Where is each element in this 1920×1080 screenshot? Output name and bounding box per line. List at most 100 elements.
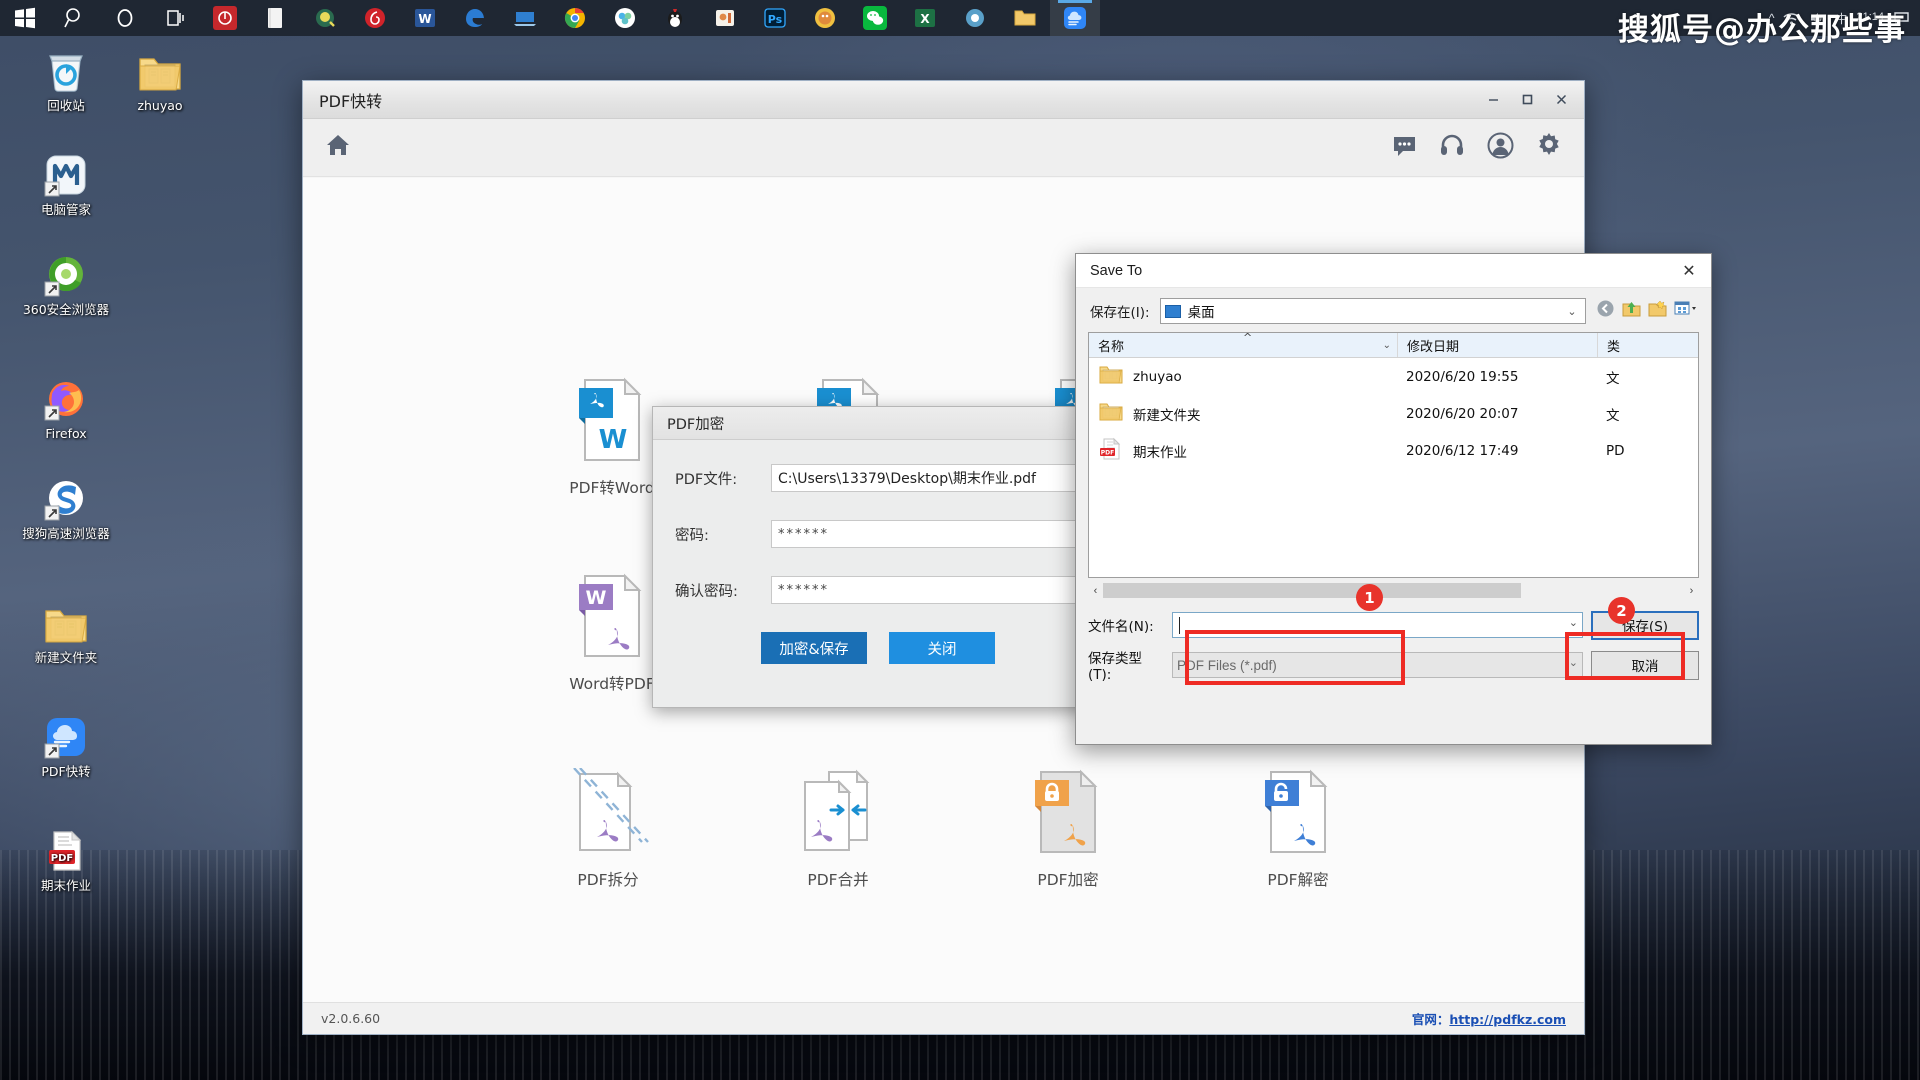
support-headset-icon[interactable] bbox=[1439, 132, 1465, 163]
chevron-down-icon[interactable]: ⌄ bbox=[1569, 616, 1578, 629]
cloud-sync-icon bbox=[615, 8, 635, 28]
minimize-button[interactable] bbox=[1476, 83, 1510, 117]
cancel-button[interactable]: 取消 bbox=[1591, 650, 1699, 680]
taskbar-app-word[interactable]: W bbox=[400, 0, 450, 36]
taskbar-app-file[interactable] bbox=[250, 0, 300, 36]
table-row[interactable]: zhuyao 2020/6/20 19:55 文 bbox=[1089, 358, 1698, 395]
desktop-icon-computer-manager[interactable]: 电脑管家 bbox=[18, 148, 114, 217]
cortana-button[interactable] bbox=[100, 0, 150, 36]
chevron-down-icon[interactable]: ⌄ bbox=[1569, 656, 1578, 669]
pdf-split-icon bbox=[493, 766, 723, 858]
view-mode-icon[interactable] bbox=[1674, 299, 1699, 323]
scroll-track[interactable] bbox=[1103, 583, 1684, 598]
feedback-icon[interactable] bbox=[1392, 133, 1417, 163]
close-button[interactable] bbox=[1544, 83, 1578, 117]
encrypt-and-save-button[interactable]: 加密&保存 bbox=[761, 632, 867, 664]
pdf-file-icon: PDF bbox=[18, 824, 114, 874]
desktop-icon bbox=[1164, 304, 1181, 318]
start-button[interactable] bbox=[0, 0, 50, 36]
encrypt-password-input[interactable]: ****** bbox=[771, 520, 1085, 548]
taskbar-app-wechat[interactable] bbox=[850, 0, 900, 36]
taskbar-app-computer-manager[interactable] bbox=[500, 0, 550, 36]
360-browser-icon bbox=[18, 248, 114, 298]
column-header-date[interactable]: 修改日期 bbox=[1397, 333, 1597, 357]
file-list[interactable]: 名称 ^ ⌄ 修改日期 类 zhuyao 2020/6/20 19:55 文 新… bbox=[1088, 332, 1699, 578]
filename-field[interactable]: ⌄ bbox=[1172, 612, 1583, 638]
svg-text:X: X bbox=[920, 12, 930, 26]
file-type: PD bbox=[1606, 442, 1625, 459]
taskbar-app-pdf-tool[interactable] bbox=[300, 0, 350, 36]
taskbar-app-unknown[interactable] bbox=[950, 0, 1000, 36]
tile-pdf-encrypt[interactable]: PDF加密 bbox=[953, 766, 1183, 890]
account-avatar-icon[interactable] bbox=[1487, 132, 1514, 164]
create-new-folder-icon[interactable] bbox=[1648, 299, 1667, 323]
taskbar-app-browser[interactable] bbox=[800, 0, 850, 36]
pdf-app-icon bbox=[316, 9, 335, 27]
scroll-thumb[interactable] bbox=[1103, 583, 1522, 598]
tile-pdf-merge[interactable]: PDF合并 bbox=[723, 766, 953, 890]
search-button[interactable] bbox=[50, 0, 100, 36]
horizontal-scrollbar[interactable]: ‹ › bbox=[1088, 582, 1699, 599]
close-button[interactable]: 关闭 bbox=[889, 632, 995, 664]
tile-pdf-split[interactable]: PDF拆分 bbox=[493, 766, 723, 890]
folder-icon bbox=[1099, 364, 1123, 390]
taskbar-app-netease[interactable] bbox=[200, 0, 250, 36]
taskbar-app-edge[interactable] bbox=[450, 0, 500, 36]
encrypt-file-input[interactable]: C:\Users\13379\Desktop\期末作业.pdf bbox=[771, 464, 1085, 492]
chevron-down-icon[interactable]: ⌄ bbox=[1383, 340, 1391, 351]
table-row[interactable]: PDF 期末作业 2020/6/12 17:49 PD bbox=[1089, 432, 1698, 469]
taskbar-app-photoshop[interactable]: Ps bbox=[750, 0, 800, 36]
chrome-icon bbox=[564, 7, 585, 29]
desktop-icon-pdf-file[interactable]: PDF 期末作业 bbox=[18, 824, 114, 893]
taskbar-app-excel[interactable]: X bbox=[900, 0, 950, 36]
svg-text:Ps: Ps bbox=[768, 13, 783, 26]
taskbar-app-pdfkz[interactable] bbox=[1050, 0, 1100, 36]
desktop-icon-recycle-bin[interactable]: 回收站 bbox=[18, 44, 114, 113]
taskbar-app-media[interactable] bbox=[700, 0, 750, 36]
taskbar-app-qq[interactable] bbox=[650, 0, 700, 36]
home-icon[interactable] bbox=[325, 132, 351, 163]
save-in-row: 保存在(I): 桌面 ⌄ bbox=[1076, 288, 1711, 332]
desktop-icon-pdf-quick-convert[interactable]: PDF快转 bbox=[18, 710, 114, 779]
desktop-icon-label: PDF快转 bbox=[41, 764, 91, 779]
version-label: v2.0.6.60 bbox=[321, 1011, 381, 1026]
back-navigation-icon[interactable] bbox=[1596, 299, 1615, 323]
desktop-icon-zhuyao[interactable]: zhuyao bbox=[112, 44, 208, 113]
tile-label: PDF加密 bbox=[1037, 871, 1099, 889]
tile-label: PDF解密 bbox=[1267, 871, 1329, 889]
netease-music-icon bbox=[365, 8, 385, 28]
maximize-button[interactable] bbox=[1510, 83, 1544, 117]
column-header-type[interactable]: 类 bbox=[1597, 333, 1698, 357]
svg-text:W: W bbox=[586, 587, 607, 609]
taskbar-app-cloud[interactable] bbox=[600, 0, 650, 36]
up-one-level-icon[interactable] bbox=[1622, 299, 1641, 323]
encrypt-confirm-input[interactable]: ****** bbox=[771, 576, 1085, 604]
scroll-left-icon[interactable]: ‹ bbox=[1088, 585, 1103, 597]
chevron-down-icon[interactable]: ⌄ bbox=[1561, 299, 1583, 323]
desktop-icon-label: zhuyao bbox=[137, 98, 183, 113]
file-name: zhuyao bbox=[1133, 368, 1182, 385]
column-header-name[interactable]: 名称 ^ ⌄ bbox=[1089, 333, 1397, 357]
desktop-icon-360-browser[interactable]: 360安全浏览器 bbox=[18, 248, 114, 317]
save-button[interactable]: 保存(S) bbox=[1591, 610, 1699, 640]
desktop-icon-new-folder[interactable]: 新建文件夹 bbox=[18, 596, 114, 665]
settings-gear-icon[interactable] bbox=[1536, 132, 1562, 163]
desktop-icon-sogou-browser[interactable]: 搜狗高速浏览器 bbox=[18, 472, 114, 541]
close-icon[interactable]: ✕ bbox=[1667, 254, 1711, 288]
table-row[interactable]: 新建文件夹 2020/6/20 20:07 文 bbox=[1089, 395, 1698, 432]
official-site-link[interactable]: 官网：http://pdfkz.com bbox=[1412, 1009, 1566, 1028]
taskbar-app-netease-music[interactable] bbox=[350, 0, 400, 36]
taskbar-app-chrome[interactable] bbox=[550, 0, 600, 36]
desktop-icon-firefox[interactable]: Firefox bbox=[18, 372, 114, 441]
encrypt-dialog-buttons: 加密&保存 关闭 bbox=[653, 632, 1103, 664]
filetype-field[interactable]: PDF Files (*.pdf) ⌄ bbox=[1172, 652, 1583, 678]
column-label: 修改日期 bbox=[1407, 339, 1460, 355]
scroll-right-icon[interactable]: › bbox=[1684, 585, 1699, 597]
tile-pdf-decrypt[interactable]: PDF解密 bbox=[1183, 766, 1413, 890]
task-view-button[interactable] bbox=[150, 0, 200, 36]
encrypt-password-row: 密码: ****** bbox=[653, 506, 1103, 562]
column-label: 类 bbox=[1607, 339, 1621, 355]
taskbar-app-folder[interactable] bbox=[1000, 0, 1050, 36]
svg-text:W: W bbox=[418, 12, 431, 26]
save-in-combobox[interactable]: 桌面 ⌄ bbox=[1159, 298, 1586, 324]
